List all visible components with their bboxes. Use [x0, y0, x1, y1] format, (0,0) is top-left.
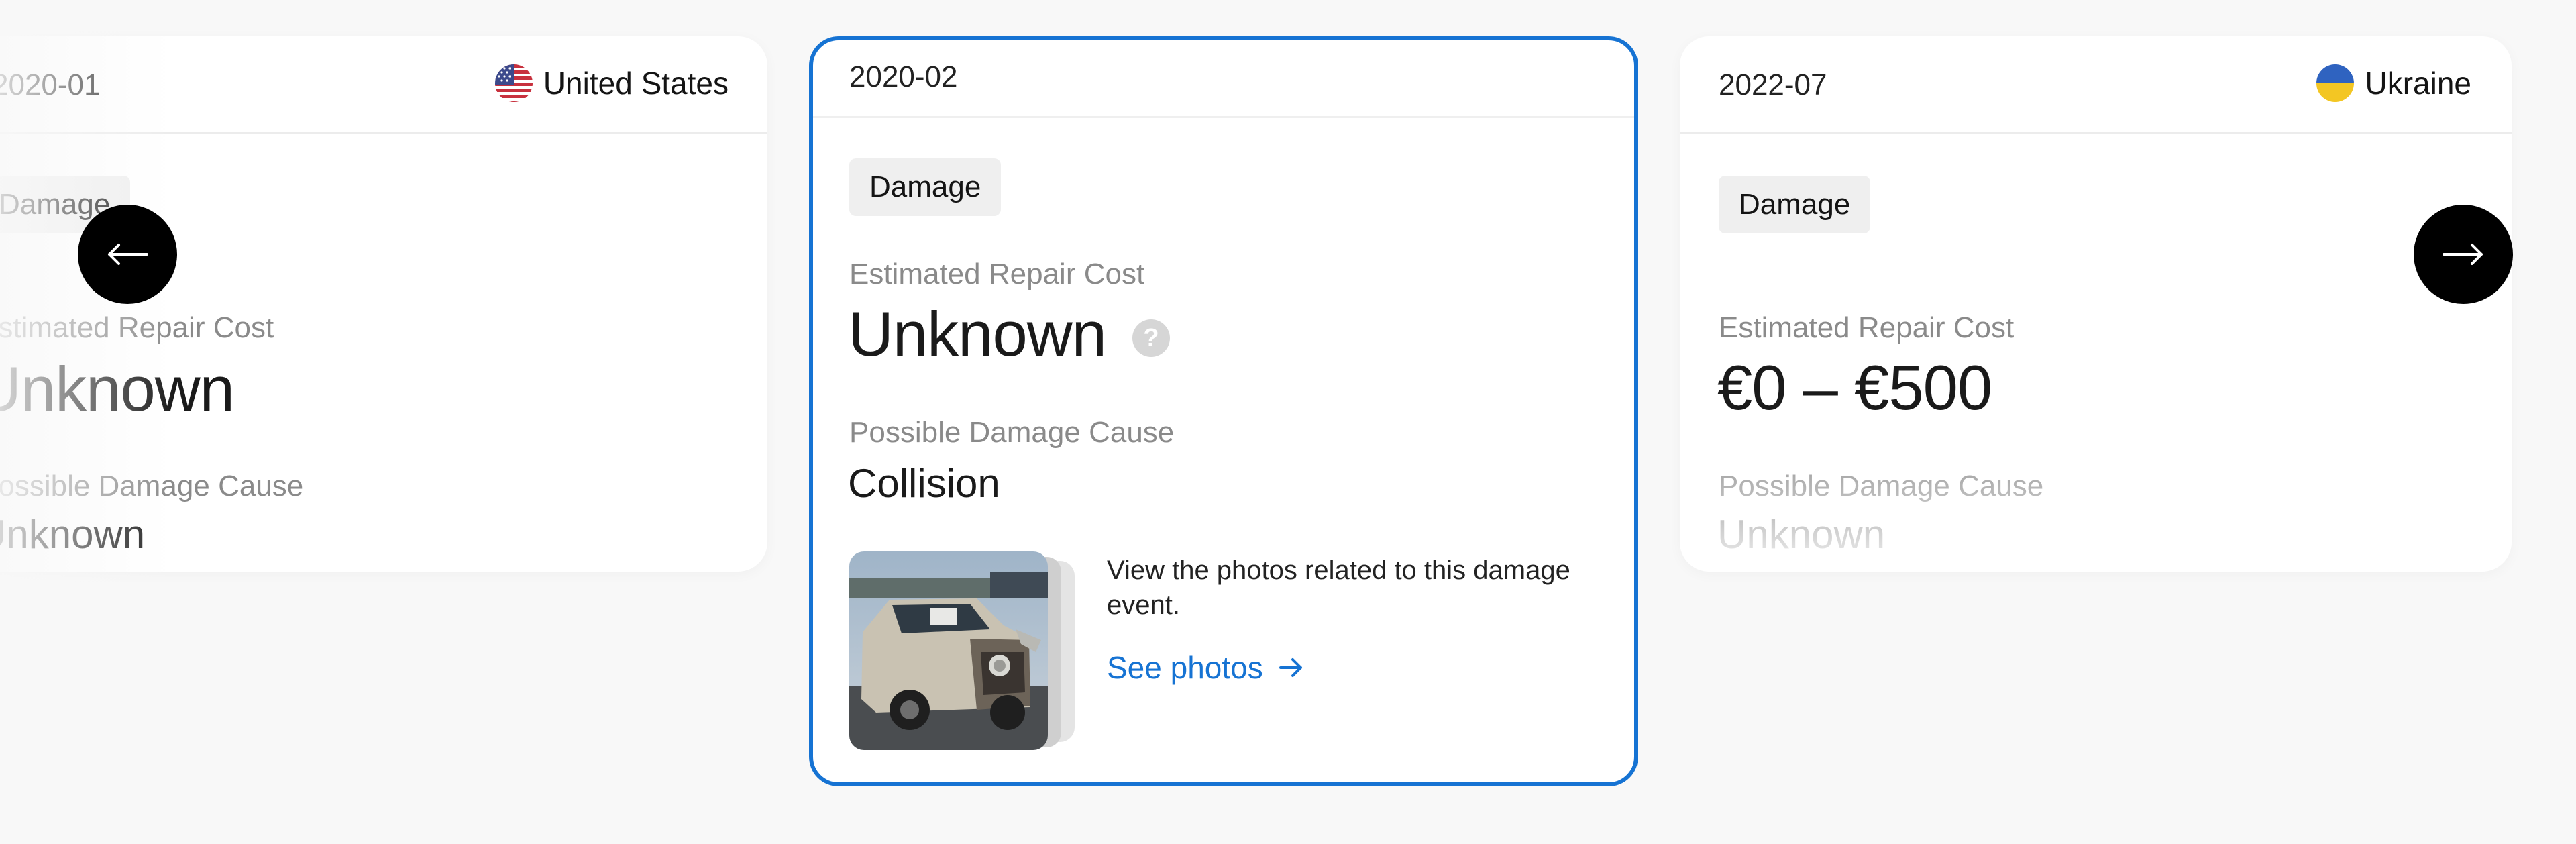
card-country: Ukraine [2316, 64, 2471, 102]
damage-card-2022-07[interactable]: 2022-07 Ukraine Damage Estimated Repair … [1680, 36, 2512, 572]
country-name: Ukraine [2365, 66, 2471, 101]
card-date: 2022-07 [1719, 68, 1827, 101]
damage-card-2020-01[interactable]: 2020-01 United States Damage Estimated R… [0, 36, 767, 572]
next-button[interactable] [2414, 205, 2513, 304]
event-type-badge: Damage [1719, 176, 1871, 233]
arrow-left-icon [104, 241, 151, 268]
us-flag-icon [494, 64, 533, 102]
see-photos-link[interactable]: See photos [1107, 649, 1305, 686]
card-country: United States [494, 64, 729, 102]
damage-cause-label: Possible Damage Cause [0, 470, 304, 503]
repair-cost-value: Unknown [0, 354, 235, 424]
damage-photo-thumbnail[interactable] [849, 551, 1084, 753]
damage-cause-label: Possible Damage Cause [1719, 470, 2044, 503]
car-damage-photo [849, 551, 1048, 750]
ukraine-flag-icon [2316, 64, 2355, 102]
help-icon[interactable]: ? [1132, 319, 1170, 357]
damage-cause-value: Unknown [1717, 512, 1886, 557]
damage-card-2020-02[interactable]: 2020-02 Damage Estimated Repair Cost Unk… [809, 36, 1638, 786]
card-header: 2022-07 Ukraine [1680, 36, 2512, 134]
repair-cost-label: Estimated Repair Cost [1719, 311, 2015, 344]
repair-cost-label: Estimated Repair Cost [849, 258, 1145, 291]
card-date: 2020-01 [0, 68, 101, 101]
arrow-right-icon [1278, 654, 1305, 681]
photos-description: View the photos related to this damage e… [1107, 556, 1570, 620]
damage-history-carousel: 2020-01 United States Damage Estimated R… [0, 0, 2576, 844]
damage-cause-value: Unknown [0, 512, 146, 557]
repair-cost-value: €0 – €500 [1717, 352, 1992, 423]
arrow-right-icon [2440, 241, 2487, 268]
previous-button[interactable] [78, 205, 177, 304]
country-name: United States [543, 66, 729, 101]
card-header: 2020-02 [813, 40, 1634, 118]
repair-cost-label: Estimated Repair Cost [0, 311, 274, 344]
damage-cause-value: Collision [848, 461, 1000, 506]
see-photos-label: See photos [1107, 650, 1263, 685]
card-header: 2020-01 United States [0, 36, 767, 134]
event-type-badge: Damage [849, 158, 1002, 216]
damage-cause-label: Possible Damage Cause [849, 416, 1175, 449]
card-date: 2020-02 [849, 60, 958, 93]
repair-cost-value: Unknown [848, 299, 1107, 369]
